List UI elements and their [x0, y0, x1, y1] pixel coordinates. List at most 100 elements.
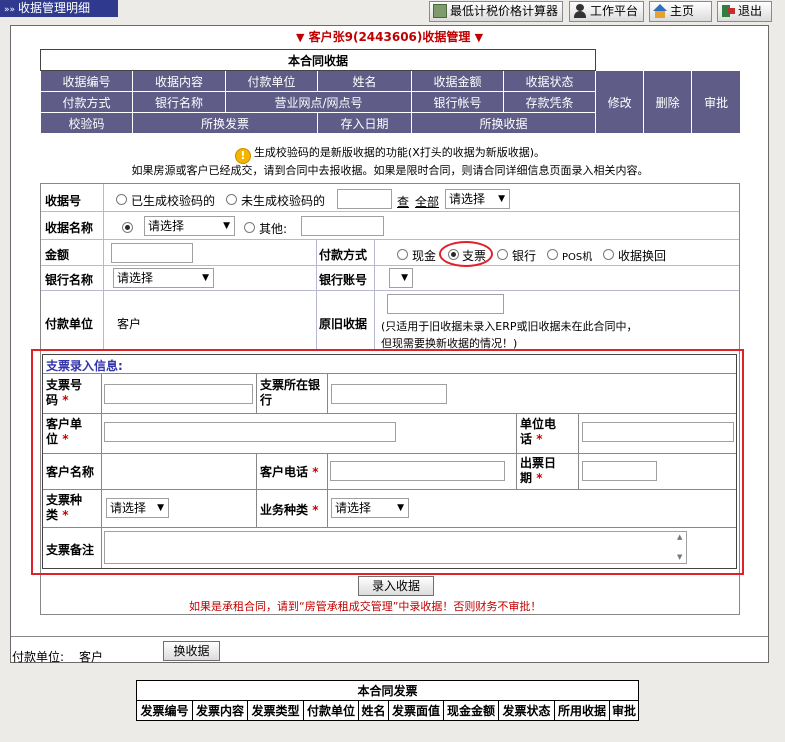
- submit-receipt-button[interactable]: 录入收据: [358, 576, 434, 596]
- col-approve: 审批: [691, 70, 742, 134]
- pay-pos-label: POS机: [562, 252, 593, 263]
- cheque-type-select[interactable]: 请选择 ▼: [106, 498, 169, 518]
- col-receipt-no: 收据编号: [40, 70, 133, 92]
- footer-payer-value: 客户: [79, 650, 104, 664]
- dropdown-arrow-icon: ▼: [223, 221, 230, 231]
- exit-icon: [721, 4, 735, 18]
- notice-line-2: 如果房源或客户已经成交，请到合同中去报收据。如果是限时合同，则请合同详细信息页面…: [131, 164, 649, 177]
- old-receipt-input[interactable]: [387, 294, 504, 314]
- col-exchanged-invoice: 所换发票: [132, 112, 318, 134]
- calculator-icon: [433, 4, 447, 18]
- other-radio[interactable]: [244, 222, 255, 233]
- pay-receipt-return-radio[interactable]: [603, 249, 614, 260]
- pay-pos-radio[interactable]: [547, 249, 558, 260]
- col-name: 姓名: [317, 70, 412, 92]
- pay-cash-label: 现金: [412, 249, 437, 263]
- receipt-name-label: 收据名称: [45, 221, 94, 235]
- invoice-col-approve: 审批: [609, 700, 639, 721]
- col-branch: 营业网点/网点号: [225, 91, 412, 113]
- invoice-col-face-value: 发票面值: [388, 700, 444, 721]
- client-unit-input[interactable]: [104, 422, 396, 442]
- scroll-up-icon[interactable]: ▲: [677, 533, 682, 542]
- bank-account-select[interactable]: ▼: [389, 268, 413, 288]
- pay-receipt-return-label: 收据换回: [618, 249, 667, 263]
- pay-method-label: 付款方式: [319, 248, 368, 262]
- unit-phone-label: 单位电话 *: [520, 417, 557, 446]
- col-deposit-date: 存入日期: [317, 112, 412, 134]
- col-receipt-content: 收据内容: [132, 70, 226, 92]
- search-link[interactable]: 查: [397, 193, 409, 210]
- triangle-down-icon: ▼: [474, 31, 484, 44]
- invoice-table: 本合同发票 发票编号 发票内容 发票类型 付款单位 姓名 发票面值 现金金额 发…: [136, 680, 639, 721]
- col-receipt-status: 收据状态: [502, 70, 597, 92]
- all-link[interactable]: 全部: [415, 193, 439, 210]
- invoice-col-receipt: 所用收据: [554, 700, 610, 721]
- home-button[interactable]: 主页: [649, 1, 712, 22]
- client-name-label: 客户名称: [46, 465, 95, 479]
- other-label: 其他:: [259, 222, 288, 236]
- not-generated-option-label: 未生成校验码的: [241, 194, 326, 208]
- receipt-no-input[interactable]: [337, 189, 392, 209]
- col-payer: 付款单位: [225, 70, 318, 92]
- generated-option-label: 已生成校验码的: [131, 194, 216, 208]
- generated-radio[interactable]: [116, 194, 127, 205]
- invoice-col-name: 姓名: [358, 700, 389, 721]
- bank-name-select[interactable]: 请选择 ▼: [113, 268, 214, 288]
- cheque-bank-input[interactable]: [331, 384, 447, 404]
- col-pay-method: 付款方式: [40, 91, 133, 113]
- exit-button[interactable]: 退出: [717, 1, 772, 22]
- old-receipt-label: 原旧收据: [319, 317, 368, 331]
- biz-type-label: 业务种类 *: [260, 503, 319, 517]
- col-bank-name: 银行名称: [132, 91, 226, 113]
- col-bank-account: 银行帐号: [411, 91, 504, 113]
- cheque-bank-label: 支票所在银行: [260, 378, 321, 407]
- invoice-col-content: 发票内容: [192, 700, 248, 721]
- payer-label: 付款单位: [45, 317, 94, 331]
- dropdown-arrow-icon: ▼: [498, 194, 505, 204]
- col-delete: 删除: [643, 70, 693, 134]
- receipt-no-select[interactable]: 请选择 ▼: [445, 189, 510, 209]
- cheque-note-textarea[interactable]: [104, 531, 687, 564]
- issue-date-input[interactable]: [582, 461, 657, 481]
- exchange-receipt-button[interactable]: 换收据: [163, 641, 220, 661]
- unit-phone-input[interactable]: [582, 422, 734, 442]
- notice-line-1: 生成校验码的是新版收据的功能(X打头的收据为新版收据)。: [253, 146, 546, 159]
- bank-account-label: 银行账号: [319, 273, 368, 287]
- tax-calculator-button[interactable]: 最低计税价格计算器: [429, 1, 563, 22]
- pay-bank-radio[interactable]: [497, 249, 508, 260]
- dropdown-arrow-icon: ▼: [397, 503, 404, 513]
- workbench-button[interactable]: 工作平台: [569, 1, 644, 22]
- cheque-section-title: 支票录入信息:: [46, 359, 123, 373]
- receipt-no-label: 收据号: [45, 194, 82, 208]
- biz-type-select[interactable]: 请选择 ▼: [331, 498, 409, 518]
- pay-cash-radio[interactable]: [397, 249, 408, 260]
- payer-value: 客户: [117, 317, 142, 331]
- cheque-no-input[interactable]: [104, 384, 253, 404]
- receipt-summary-table: 本合同收据 收据编号 收据内容 付款单位 姓名 收据金额 收据状态 修改 删除 …: [39, 49, 742, 134]
- invoice-col-no: 发票编号: [136, 700, 193, 721]
- cheque-note-label: 支票备注: [46, 543, 95, 557]
- bank-name-label: 银行名称: [45, 273, 94, 287]
- receipt-name-radio[interactable]: [122, 222, 133, 233]
- footer-payer-label: 付款单位:: [12, 650, 65, 664]
- invoice-col-status: 发票状态: [498, 700, 555, 721]
- col-edit: 修改: [595, 70, 645, 134]
- amount-label: 金额: [45, 248, 70, 262]
- amount-input[interactable]: [111, 243, 193, 263]
- invoice-col-payer: 付款单位: [303, 700, 359, 721]
- triangle-down-icon: ▼: [295, 31, 305, 44]
- col-exchanged-receipt: 所换收据: [410, 112, 597, 134]
- client-phone-input[interactable]: [330, 461, 505, 481]
- other-input[interactable]: [301, 216, 384, 236]
- receipt-name-select[interactable]: 请选择 ▼: [144, 216, 235, 236]
- client-phone-label: 客户电话 *: [260, 465, 319, 479]
- invoice-caption: 本合同发票: [136, 680, 639, 701]
- not-generated-radio[interactable]: [226, 194, 237, 205]
- scroll-down-icon[interactable]: ▼: [677, 553, 682, 562]
- col-receipt-amount: 收据金额: [411, 70, 504, 92]
- dropdown-arrow-icon: ▼: [157, 503, 164, 513]
- dropdown-arrow-icon: ▼: [202, 273, 209, 283]
- cheque-highlight-ellipse: [439, 241, 493, 267]
- old-receipt-hint-1: (只适用于旧收据未录入ERP或旧收据未在此合同中，: [381, 320, 638, 333]
- home-icon: [653, 4, 667, 18]
